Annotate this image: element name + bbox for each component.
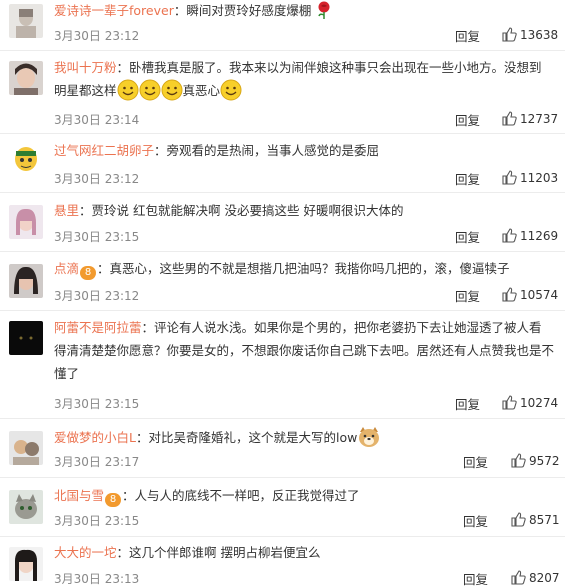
comment-text: 旁观看的是热闹，当事人感觉的是委屈 [166, 143, 380, 158]
comment-time: 3月30日 23:15 [54, 397, 140, 411]
divider [0, 418, 565, 419]
avatar[interactable] [9, 205, 43, 239]
comment-time: 3月30日 23:12 [54, 172, 140, 186]
username-link[interactable]: 点滴 [54, 261, 79, 276]
like-button[interactable]: 13638 [502, 27, 558, 42]
username-link[interactable]: 爱做梦的小白L [54, 430, 136, 445]
comment-time: 3月30日 23:15 [54, 230, 140, 244]
comment-text: 瞬间对贾玲好感度爆棚 [186, 3, 312, 18]
comment-time: 3月30日 23:13 [54, 572, 140, 586]
like-button[interactable]: 11203 [502, 170, 558, 185]
comment-time: 3月30日 23:17 [54, 455, 140, 469]
avatar[interactable] [9, 547, 43, 581]
username-link[interactable]: 北国与雪 [54, 488, 104, 503]
avatar[interactable] [9, 141, 43, 175]
username-link[interactable]: 过气网红二胡卵子 [54, 143, 154, 158]
comment-time: 3月30日 23:14 [54, 113, 140, 127]
avatar[interactable] [9, 4, 43, 38]
divider [0, 50, 565, 51]
like-button[interactable]: 10274 [502, 395, 558, 410]
reply-button[interactable]: 回复 [455, 169, 480, 188]
divider [0, 133, 565, 134]
username-link[interactable]: 大大的一坨 [54, 545, 117, 560]
reply-button[interactable]: 回复 [455, 227, 480, 246]
username-link[interactable]: 爱诗诗一辈子forever [54, 3, 174, 18]
smile-emoji-icon [220, 79, 242, 101]
thumbs-up-icon [502, 395, 517, 410]
like-count: 10274 [520, 396, 559, 410]
like-count: 9572 [529, 454, 560, 468]
doge-emoji-icon [359, 427, 380, 447]
comment-time: 3月30日 23:12 [54, 289, 140, 303]
reply-button[interactable]: 回复 [455, 110, 480, 129]
like-count: 10574 [520, 288, 559, 302]
reply-button[interactable]: 回复 [455, 394, 480, 413]
comment-time: 3月30日 23:12 [54, 29, 140, 43]
like-count: 12737 [520, 112, 559, 126]
reply-button[interactable]: 回复 [463, 569, 488, 588]
reply-button[interactable]: 回复 [455, 26, 480, 45]
like-button[interactable]: 12737 [502, 111, 558, 126]
thumbs-up-icon [511, 512, 526, 527]
like-count: 13638 [520, 28, 559, 42]
like-button[interactable]: 10574 [502, 287, 558, 302]
divider [0, 477, 565, 478]
avatar[interactable] [9, 264, 43, 298]
reply-button[interactable]: 回复 [463, 511, 488, 530]
comment-text: 这几个伴郎谁啊 摆明占柳岩便宜么 [129, 545, 321, 560]
like-count: 11269 [520, 229, 559, 243]
comment-text: 对比吴奇隆婚礼，这个就是大写的low [148, 430, 358, 445]
like-button[interactable]: 11269 [502, 228, 558, 243]
like-button[interactable]: 8571 [511, 512, 560, 527]
like-count: 8571 [529, 513, 560, 527]
thumbs-up-icon [511, 570, 526, 585]
thumbs-up-icon [502, 27, 517, 42]
divider [0, 251, 565, 252]
divider [0, 192, 565, 193]
comment-time: 3月30日 23:15 [54, 514, 140, 528]
avatar[interactable] [9, 321, 43, 355]
username-link[interactable]: 我叫十万粉 [54, 60, 117, 75]
thumbs-up-icon [502, 228, 517, 243]
comment-text: 贾玲说 红包就能解决啊 没必要搞这些 好暖啊很识大体的 [91, 203, 404, 218]
like-count: 11203 [520, 171, 559, 185]
comment-text: 真恶心，这些男的不就是想揩几把油吗？我揩你吗几把的，滚，傻逼犊子 [109, 261, 510, 276]
avatar[interactable] [9, 490, 43, 524]
thumbs-up-icon [502, 111, 517, 126]
like-button[interactable]: 8207 [511, 570, 560, 585]
reply-button[interactable]: 回复 [463, 452, 488, 471]
divider [0, 310, 565, 311]
smile-emoji-icon [161, 79, 183, 101]
like-button[interactable]: 9572 [511, 453, 560, 468]
thumbs-up-icon [502, 287, 517, 302]
member-badge-icon: 8 [105, 493, 122, 507]
like-count: 8207 [529, 571, 560, 585]
username-link[interactable]: 阿蕾不是阿拉蕾 [54, 320, 142, 335]
smile-emoji-icon [117, 79, 139, 101]
comment-text-end: 真恶心 [182, 83, 221, 98]
username-link[interactable]: 悬里 [54, 203, 79, 218]
divider [0, 536, 565, 537]
reply-button[interactable]: 回复 [455, 286, 480, 305]
avatar[interactable] [9, 61, 43, 95]
member-badge-icon: 8 [80, 266, 97, 280]
avatar[interactable] [9, 431, 43, 465]
comment-text: 人与人的底线不一样吧，反正我觉得过了 [134, 488, 360, 503]
thumbs-up-icon [502, 170, 517, 185]
thumbs-up-icon [511, 453, 526, 468]
smile-emoji-icon [139, 79, 161, 101]
rose-emoji-icon [318, 1, 330, 19]
